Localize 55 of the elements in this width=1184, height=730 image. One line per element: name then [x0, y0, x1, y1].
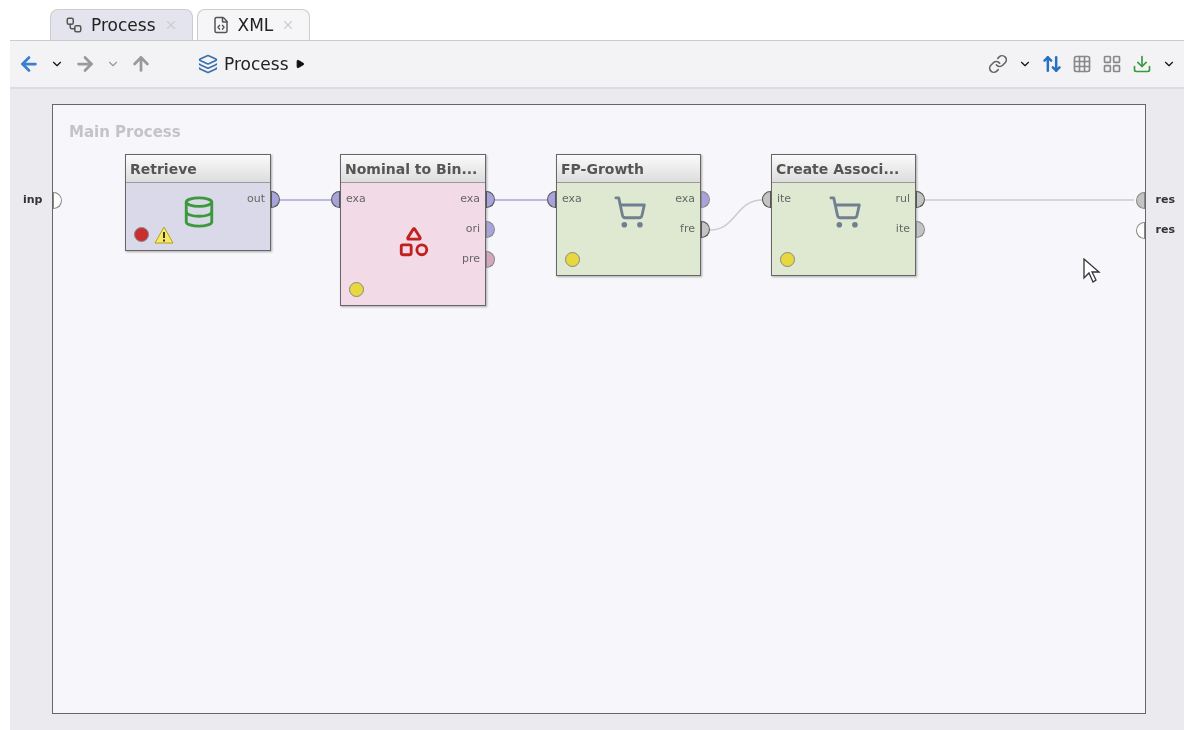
port-connector[interactable] [547, 191, 556, 208]
port-connector[interactable] [53, 192, 62, 209]
port-label: inp [23, 193, 43, 206]
grid-icon[interactable] [1072, 54, 1092, 74]
link-icon[interactable] [988, 54, 1008, 74]
port-label: res [1155, 223, 1175, 236]
breadcrumb-link[interactable]: Process [224, 54, 289, 74]
database-icon [182, 195, 216, 229]
forward-icon[interactable] [74, 53, 96, 75]
operator-title: FP-Growth [557, 155, 700, 183]
operator-title: Nominal to Bin... [341, 155, 485, 183]
tab-icon [211, 16, 230, 34]
port-connector[interactable] [486, 221, 495, 238]
port-connector[interactable] [486, 191, 495, 208]
port-connector[interactable] [331, 191, 340, 208]
port-label: rul [895, 192, 910, 206]
conversion-icon [397, 225, 431, 259]
port-connector[interactable] [271, 191, 280, 208]
cart-icon [827, 195, 862, 229]
port-label: exa [562, 192, 582, 206]
port-connector[interactable] [701, 191, 710, 208]
connection-line [494, 199, 548, 201]
operator-title: Create Associ... [772, 155, 915, 183]
operator-title: Retrieve [126, 155, 270, 183]
connection-line [709, 199, 763, 231]
tab[interactable]: Process [50, 9, 193, 40]
port-connector[interactable] [1136, 222, 1145, 239]
port-label: ori [465, 222, 480, 236]
port-label: res [1155, 193, 1175, 206]
back-icon[interactable] [18, 53, 40, 75]
port-connector[interactable] [1136, 192, 1145, 209]
port-label: exa [346, 192, 366, 206]
connection-line [279, 199, 332, 201]
port-label: fre [680, 222, 695, 236]
port-connector[interactable] [916, 221, 925, 238]
port-label: exa [675, 192, 695, 206]
port-label: ite [777, 192, 792, 206]
port-label: out [247, 192, 265, 206]
layout-icon[interactable] [1102, 54, 1122, 74]
port-label: exa [460, 192, 480, 206]
download-icon[interactable] [1132, 54, 1152, 74]
up-icon[interactable] [130, 53, 152, 75]
tab[interactable]: XML [196, 9, 311, 40]
tab-icon [65, 16, 83, 34]
port-connector[interactable] [701, 221, 710, 238]
port-connector[interactable] [486, 251, 495, 268]
process-icon [198, 54, 218, 74]
port-label: pre [461, 252, 480, 266]
port-connector[interactable] [916, 191, 925, 208]
cart-icon [612, 195, 647, 229]
triangle-icon[interactable] [294, 59, 305, 69]
arrows-icon[interactable] [1042, 54, 1062, 74]
cursor-icon [1083, 258, 1101, 284]
port-label: ite [895, 222, 910, 236]
port-connector[interactable] [762, 191, 771, 208]
